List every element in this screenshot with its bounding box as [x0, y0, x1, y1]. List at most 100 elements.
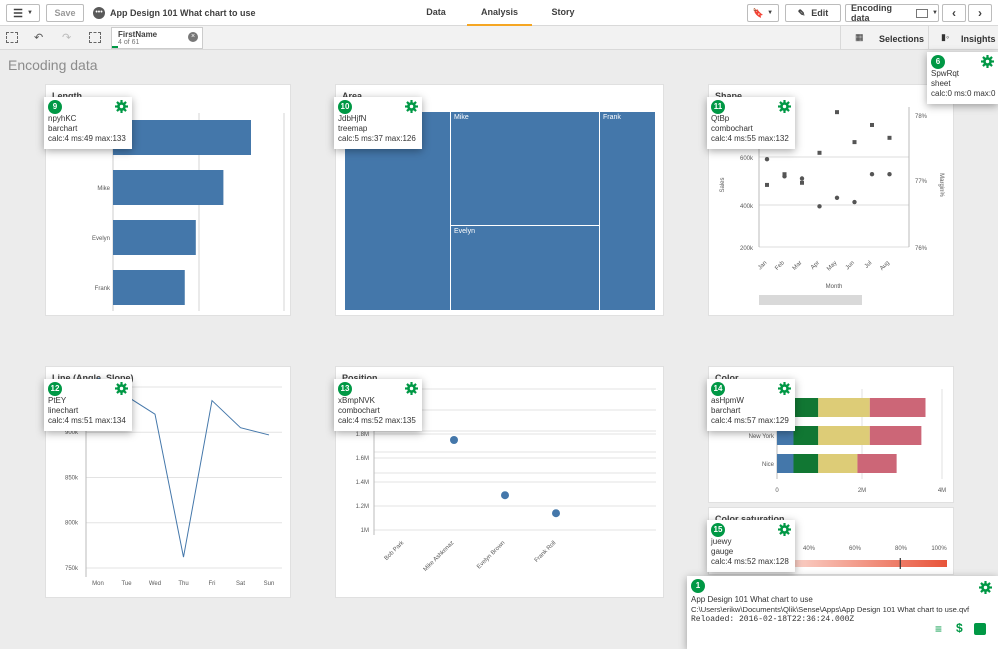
gear-icon[interactable] [405, 100, 418, 113]
object-stats: calc:5 ms:37 max:126 [338, 134, 416, 143]
app-reloaded: Reloaded: 2016-02-18T22:36:24.000Z [691, 615, 855, 624]
treemap-label-frank: Frank [603, 114, 621, 121]
step-back-icon[interactable]: ↶ [34, 31, 43, 44]
square-marker [870, 122, 874, 127]
object-stats: calc:4 ms:49 max:133 [48, 134, 126, 143]
bar [113, 120, 251, 155]
bar [113, 270, 185, 305]
gear-icon[interactable] [778, 523, 791, 536]
x-tick-label: Tue [121, 581, 132, 587]
chevron-right-icon: › [978, 6, 982, 20]
tab-analysis[interactable]: Analysis [467, 0, 532, 26]
x-tick-label: Sun [264, 581, 275, 587]
previous-sheet-button[interactable]: ‹ [942, 4, 966, 22]
chevron-left-icon: ‹ [952, 6, 956, 20]
square-marker [765, 182, 769, 187]
tab-story[interactable]: Story [533, 0, 593, 26]
next-sheet-button[interactable]: › [968, 4, 992, 22]
x-tick-label: 4M [938, 488, 946, 494]
edit-button[interactable]: ✎ Edit [785, 4, 841, 22]
point [887, 172, 892, 177]
gear-icon[interactable] [778, 100, 791, 113]
object-badge: 11 [711, 100, 725, 114]
x-tick-label: Aug [879, 260, 891, 272]
top-toolbar: ☰ ▼ Save ••• App Design 101 What chart to… [0, 0, 998, 26]
gear-icon[interactable] [405, 382, 418, 395]
object-info-tooltip-14: 14 asHpmW barchart calc:4 ms:57 max:129 [707, 379, 795, 431]
x-tick-label: Frank Roll [534, 540, 558, 564]
clear-all-icon[interactable] [89, 32, 101, 43]
gear-icon[interactable] [778, 382, 791, 395]
puzzle-icon[interactable] [974, 623, 986, 635]
object-stats: calc:4 ms:51 max:134 [48, 416, 126, 425]
edit-label: Edit [811, 8, 829, 18]
object-badge: 12 [48, 382, 62, 396]
gauge-tick-label: 40% [803, 546, 816, 552]
bar-segment [777, 454, 794, 473]
scrollbar[interactable] [759, 295, 862, 305]
x-tick-label: May [826, 260, 838, 272]
selections-button[interactable]: ▦ Selections [840, 26, 928, 50]
object-type: treemap [338, 124, 368, 133]
script-lines-icon[interactable]: ≡ [935, 623, 942, 635]
object-badge: 13 [338, 382, 352, 396]
clear-selection-icon[interactable]: × [188, 32, 198, 42]
insights-button[interactable]: ▮◦ Insights [928, 26, 998, 50]
selection-chip-firstname[interactable]: FirstName 4 of 61 × [111, 27, 203, 49]
bar-segment [793, 398, 819, 417]
bookmark-button[interactable]: 🔖 ▼ [747, 4, 779, 22]
point [869, 172, 875, 177]
smart-search-icon[interactable] [6, 32, 18, 43]
y-tick-label: 900k [65, 430, 79, 436]
point [450, 436, 458, 444]
y-tick-label: 1.8M [356, 432, 369, 438]
x-tick-label: Jul [864, 260, 874, 270]
x-tick-label: Mar [792, 260, 804, 272]
save-button[interactable]: Save [46, 4, 84, 22]
category-label: Frank [95, 286, 111, 292]
object-stats: calc:4 ms:55 max:132 [711, 134, 789, 143]
point [552, 509, 560, 518]
object-stats: calc:4 ms:52 max:128 [711, 557, 789, 566]
treemap-label-mike: Mike [454, 114, 469, 121]
chevron-down-icon: ▼ [26, 10, 33, 16]
x-tick-label: Sat [236, 581, 245, 587]
bar [113, 220, 196, 255]
treemap-cell-mike[interactable]: Mike [451, 112, 599, 225]
x-tick-label: Jun [845, 260, 856, 271]
bar-segment [818, 454, 858, 473]
y-tick-label: 750k [65, 566, 79, 572]
menu-button[interactable]: ☰ ▼ [6, 4, 40, 22]
bar-segment [818, 398, 870, 417]
gear-icon[interactable] [979, 581, 992, 594]
treemap-cell-frank[interactable]: Frank [600, 112, 655, 310]
selection-toolbar: ↶ ↷ FirstName 4 of 61 × ▦ Selections ▮◦ … [0, 26, 998, 50]
x-tick-label: Thu [178, 581, 188, 587]
gear-icon[interactable] [115, 100, 128, 113]
object-info-tooltip-13: 13 xBmpNVK combochart calc:4 ms:52 max:135 [334, 379, 422, 431]
treemap-label-evelyn: Evelyn [454, 228, 476, 235]
object-id: juewy [711, 537, 732, 546]
y-tick-label: 600k [740, 156, 754, 162]
y-tick-label: 400k [740, 204, 754, 210]
hamburger-icon: ☰ [13, 7, 23, 20]
gear-icon[interactable] [115, 382, 128, 395]
step-forward-icon[interactable]: ↷ [62, 31, 71, 44]
app-info-popup: 1 App Design 101 What chart to use C:\Us… [687, 576, 998, 649]
bar-segment [869, 398, 926, 417]
category-label: Evelyn [92, 236, 110, 242]
object-badge: 6 [931, 55, 945, 69]
gear-icon[interactable] [981, 55, 994, 68]
y-tick-label: 850k [65, 475, 79, 481]
tab-data[interactable]: Data [406, 0, 466, 26]
treemap-cell-evelyn[interactable]: Evelyn [451, 226, 599, 310]
bar-segment [793, 426, 819, 445]
x-tick-label: Mike Ashkenaz [423, 540, 456, 573]
dollar-icon[interactable]: $ [956, 622, 963, 634]
object-id: xBmpNVK [338, 396, 375, 405]
sheet-selector[interactable]: Encoding data ▼ [845, 3, 939, 23]
gauge-bar [769, 560, 947, 567]
square-marker [800, 180, 804, 185]
object-id: SpwRqt [931, 69, 960, 78]
x-tick-label: Mon [92, 581, 104, 587]
